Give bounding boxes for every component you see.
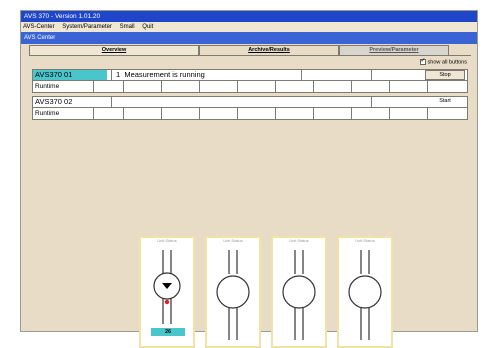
unit-panel-2: AVS370 02 Start Runtime (32, 96, 468, 120)
runtime-label: Runtime (35, 83, 60, 90)
runtime-cell (199, 108, 237, 119)
unit-status-row: AVS370 01 1 Measurement is running Stop (33, 70, 467, 81)
runtime-cell (351, 108, 389, 119)
title-bar[interactable]: AVS 370 - Version 1.01.20 (21, 11, 477, 22)
menu-avs-center[interactable]: AVS-Center (23, 24, 55, 30)
runtime-cell (161, 81, 199, 92)
unit-gauge-1[interactable]: Unit Status 26 (139, 236, 195, 348)
unit-status: 1 Measurement is running (111, 70, 301, 80)
unit-gauge-3[interactable]: Unit Status (271, 236, 327, 348)
runtime-cell (161, 108, 199, 119)
tab-preview-parameter[interactable]: Preview/Parameter (339, 45, 449, 55)
menu-bar: AVS-Center System/Parameter Small Quit (21, 22, 477, 32)
overview-panel: show all buttons AVS370 01 1 Measurement… (29, 55, 471, 348)
unit-status-cell (371, 70, 421, 80)
stop-button[interactable]: Stop (425, 70, 465, 80)
start-button[interactable]: Start (425, 97, 465, 107)
show-all-buttons-label: show all buttons (427, 59, 467, 66)
runtime-label: Runtime (35, 110, 60, 117)
unit-status-cell (301, 70, 371, 80)
unit-status-text: Measurement is running (124, 70, 205, 79)
runtime-cell (199, 81, 237, 92)
sub-window-title: AVS Center (21, 32, 477, 44)
unit-name: AVS370 02 (35, 97, 73, 106)
runtime-cell (313, 81, 351, 92)
tab-bar: Overview Archive/Results Preview/Paramet… (29, 45, 471, 55)
unit-name: AVS370 01 (33, 70, 107, 80)
show-all-buttons-checkbox[interactable]: show all buttons (419, 57, 467, 66)
runtime-row: Runtime (33, 108, 467, 119)
runtime-cell (389, 108, 427, 119)
unit-status-number: 1 (116, 70, 121, 79)
runtime-cell (123, 108, 161, 119)
runtime-cell (275, 81, 313, 92)
flow-gauge-icon (282, 250, 316, 340)
menu-system-parameter[interactable]: System/Parameter (62, 24, 112, 30)
unit-panel-1: AVS370 01 1 Measurement is running Stop … (32, 69, 468, 93)
runtime-cell (93, 81, 123, 92)
runtime-cell (351, 81, 389, 92)
app-window: AVS 370 - Version 1.01.20 AVS-Center Sys… (20, 10, 478, 348)
runtime-cell (389, 81, 427, 92)
menu-small[interactable]: Small (120, 24, 135, 30)
tab-overview[interactable]: Overview (29, 45, 199, 55)
unit-gauge-2[interactable]: Unit Status (205, 236, 261, 348)
flow-gauge-icon (348, 250, 382, 340)
tab-archive-results[interactable]: Archive/Results (199, 45, 339, 55)
runtime-cell (313, 108, 351, 119)
runtime-cell (237, 81, 275, 92)
flow-gauge-icon (216, 250, 250, 340)
unit-status-row: AVS370 02 Start (33, 97, 467, 108)
runtime-cell (427, 81, 468, 92)
flow-gauge-icon (153, 250, 181, 324)
unit-status (111, 97, 371, 107)
runtime-cell (123, 81, 161, 92)
runtime-row: Runtime (33, 81, 467, 92)
checkbox-icon[interactable] (419, 57, 426, 65)
menu-quit[interactable]: Quit (142, 24, 153, 30)
runtime-cell (237, 108, 275, 119)
runtime-cell (275, 108, 313, 119)
gauge-value: 26 (151, 328, 185, 336)
unit-status-cell (371, 97, 421, 107)
runtime-cell (93, 108, 123, 119)
runtime-cell (427, 108, 468, 119)
unit-gauge-4[interactable]: Unit Status (337, 236, 393, 348)
